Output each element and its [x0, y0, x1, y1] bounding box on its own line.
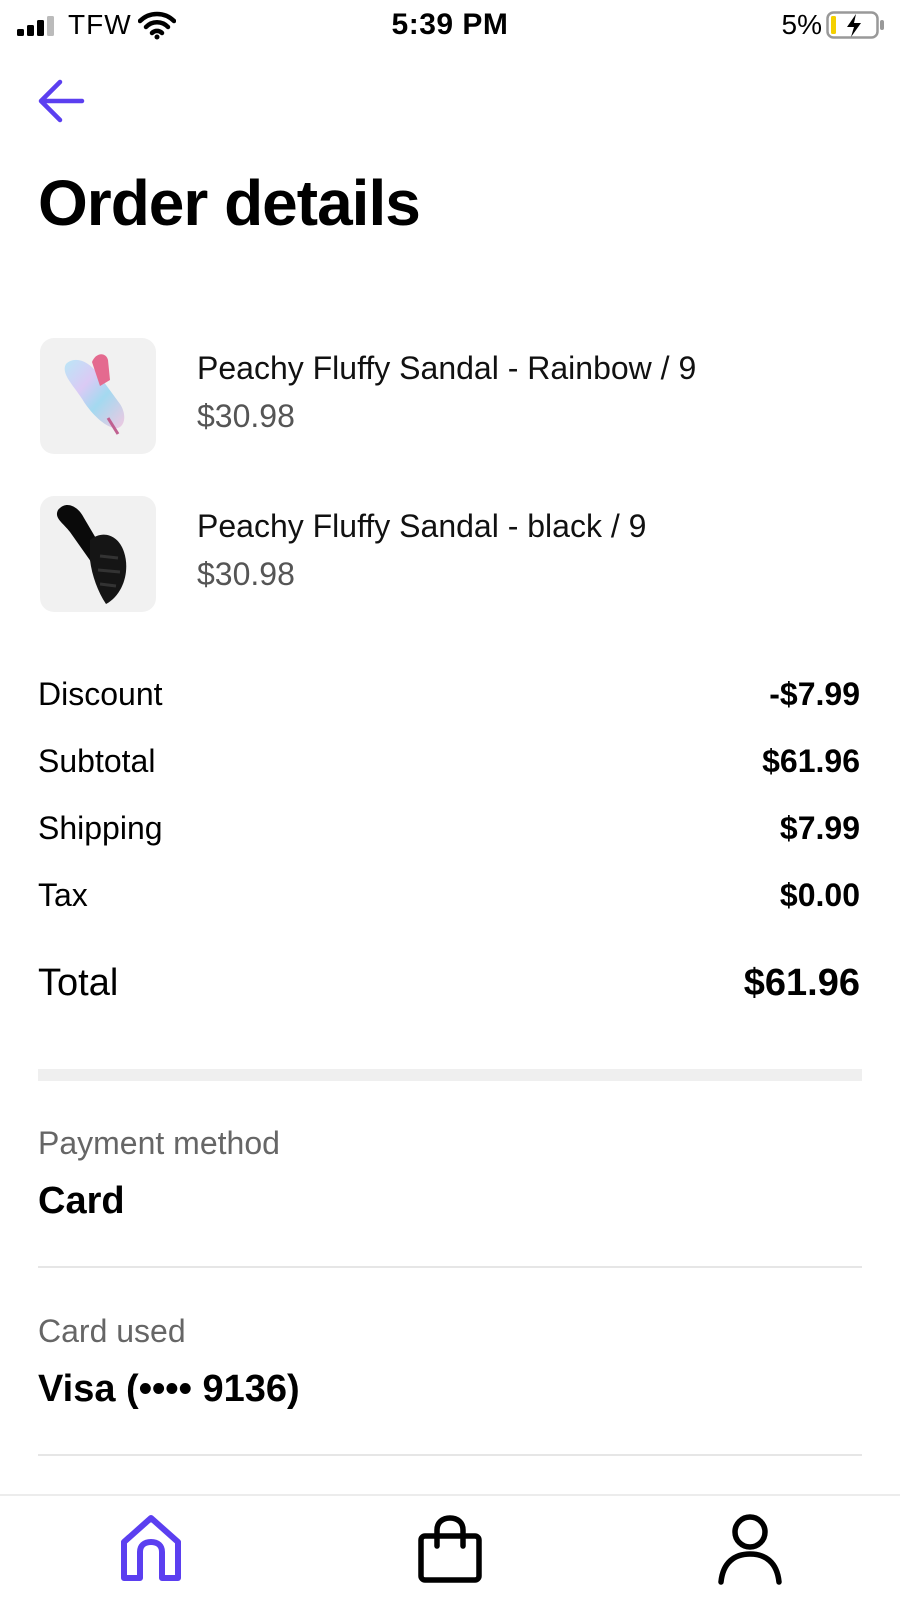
- shipping-value: $7.99: [779, 810, 860, 846]
- subtotal-value: $61.96: [762, 743, 860, 779]
- tax-value: $0.00: [779, 877, 860, 913]
- status-bar: TFW 5:39 PM 5%: [0, 0, 900, 52]
- subtotal-label: Subtotal: [38, 743, 156, 779]
- payment-method-value: Card: [38, 1180, 125, 1222]
- bottom-navigation: [0, 1494, 900, 1600]
- item-price: $30.98: [197, 398, 295, 434]
- total-value: $61.96: [743, 962, 860, 1004]
- back-button[interactable]: [34, 76, 90, 126]
- summary-row-discount: Discount -$7.99: [38, 676, 860, 716]
- status-time: 5:39 PM: [391, 8, 509, 41]
- payment-method-label: Payment method: [38, 1125, 280, 1161]
- item-name: Peachy Fluffy Sandal - black / 9: [197, 508, 647, 544]
- divider: [38, 1266, 862, 1268]
- item-price: $30.98: [197, 556, 295, 592]
- tax-label: Tax: [38, 877, 88, 913]
- shopping-bag-icon: [418, 1515, 482, 1583]
- order-item[interactable]: Peachy Fluffy Sandal - black / 9 $30.98: [40, 496, 860, 612]
- battery-percent: 5%: [781, 9, 822, 40]
- nav-shop-button[interactable]: [415, 1512, 485, 1586]
- nav-home-button[interactable]: [116, 1512, 186, 1586]
- shipping-label: Shipping: [38, 810, 163, 846]
- card-used-label: Card used: [38, 1313, 186, 1349]
- product-thumbnail-black-sandal: [40, 496, 156, 612]
- section-divider: [38, 1069, 862, 1081]
- summary-row-shipping: Shipping $7.99: [38, 810, 860, 850]
- product-thumbnail-rainbow-sandal: [40, 338, 156, 454]
- summary-row-tax: Tax $0.00: [38, 877, 860, 917]
- home-icon: [121, 1515, 181, 1581]
- card-used-value: Visa (•••• 9136): [38, 1368, 300, 1410]
- nav-profile-button[interactable]: [715, 1512, 785, 1586]
- divider: [38, 1454, 862, 1456]
- discount-label: Discount: [38, 676, 163, 712]
- summary-row-total: Total $61.96: [38, 962, 860, 1008]
- order-item[interactable]: Peachy Fluffy Sandal - Rainbow / 9 $30.9…: [40, 338, 860, 454]
- arrow-left-icon: [38, 79, 85, 123]
- total-label: Total: [38, 962, 119, 1004]
- item-name: Peachy Fluffy Sandal - Rainbow / 9: [197, 350, 697, 386]
- discount-value: -$7.99: [769, 676, 860, 712]
- summary-row-subtotal: Subtotal $61.96: [38, 743, 860, 783]
- battery-charging-icon: [826, 11, 884, 39]
- page-title: Order details: [38, 167, 421, 239]
- profile-icon: [718, 1514, 782, 1585]
